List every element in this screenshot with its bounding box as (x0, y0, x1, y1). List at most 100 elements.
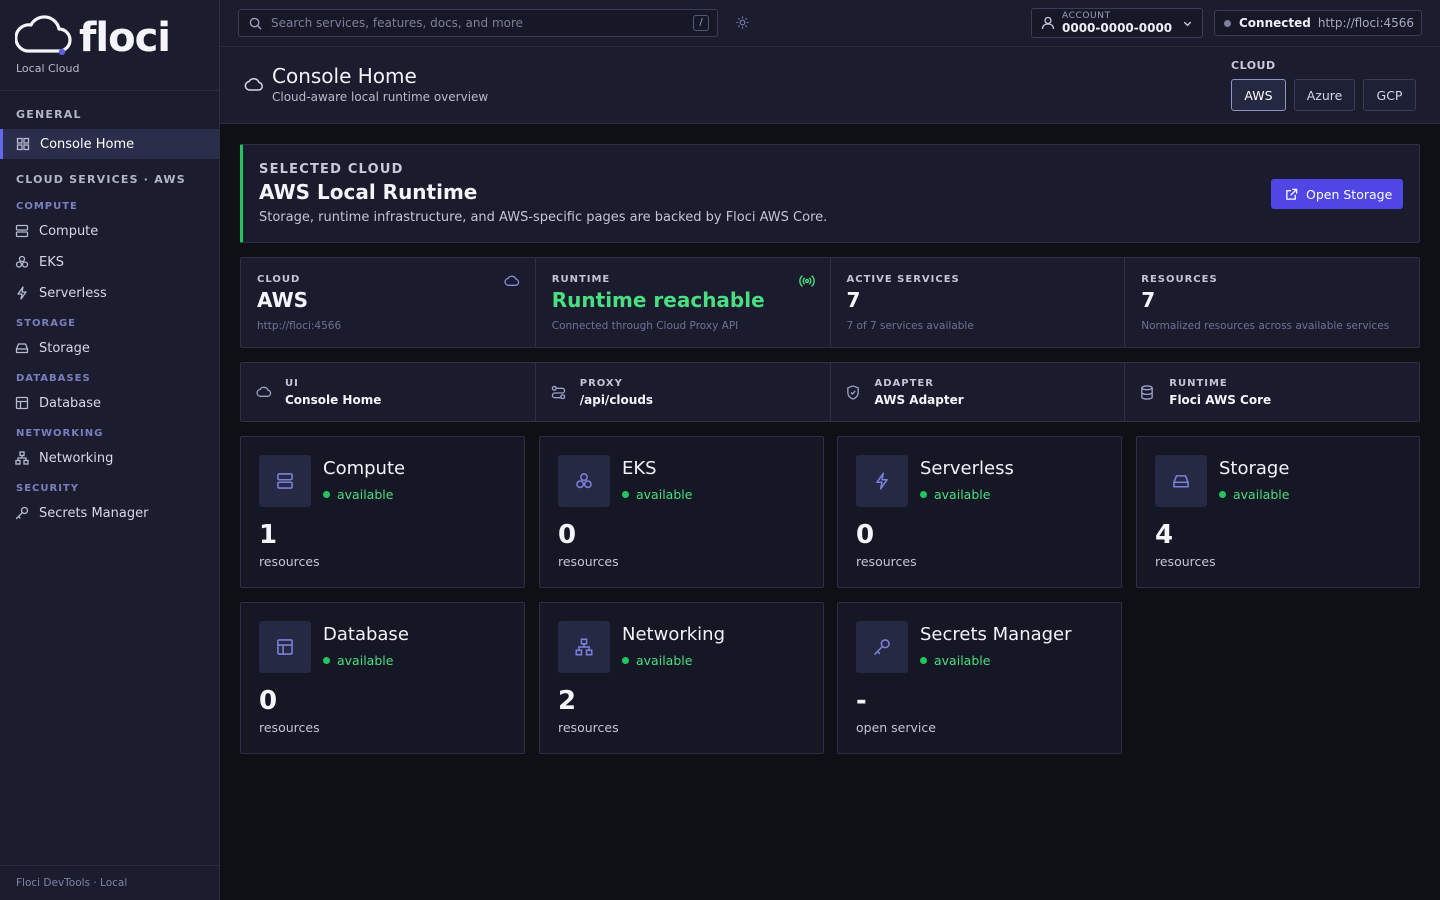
stat-value: 7 (846, 288, 861, 312)
resource-count: 1 (259, 520, 278, 550)
path-value: Floci AWS Core (1169, 393, 1272, 407)
service-tile (856, 621, 908, 673)
service-tile (558, 455, 610, 507)
cloud-icon (504, 275, 519, 286)
sidebar-item-label: EKS (39, 254, 64, 270)
service-status: available (622, 653, 692, 668)
service-tile (259, 621, 311, 673)
server-icon (15, 224, 29, 238)
table-icon (15, 396, 29, 410)
user-icon (1041, 16, 1055, 30)
sidebar-item-networking[interactable]: Networking (0, 443, 219, 473)
banner-description: Storage, runtime infrastructure, and AWS… (259, 210, 828, 225)
path-value: Console Home (285, 393, 382, 407)
connection-status: Connected http://floci:4566 (1214, 10, 1422, 36)
service-card-storage[interactable]: Storage available 4 resources (1136, 436, 1420, 588)
service-name: Serverless (920, 458, 1014, 479)
resource-unit: resources (558, 720, 619, 735)
path-key: ADAPTER (874, 378, 934, 389)
banner-eyebrow: SELECTED CLOUD (259, 162, 404, 177)
search-box[interactable]: / (238, 9, 718, 37)
service-name: EKS (622, 458, 657, 479)
lightning-icon (17, 286, 27, 300)
sidebar-item-storage[interactable]: Storage (0, 333, 219, 363)
group-title-databases: DATABASES (16, 373, 91, 384)
resource-count: 4 (1155, 520, 1174, 550)
cloud-button-azure[interactable]: Azure (1294, 79, 1355, 111)
cloud-button-aws[interactable]: AWS (1231, 79, 1286, 111)
status-dot-icon (920, 657, 927, 664)
table-icon (277, 639, 293, 655)
status-dot-icon (622, 657, 629, 664)
brand-subtitle: Local Cloud (16, 62, 80, 75)
sidebar-item-label: Storage (39, 340, 90, 356)
service-status: available (1219, 487, 1289, 502)
resource-unit: resources (259, 554, 320, 569)
stat-value: Runtime reachable (551, 288, 765, 312)
stat-key: ACTIVE SERVICES (846, 274, 960, 285)
service-tile (1155, 455, 1207, 507)
service-status-label: available (1233, 487, 1290, 502)
service-card-networking[interactable]: Networking available 2 resources (539, 602, 824, 754)
service-card-secrets-manager[interactable]: Secrets Manager available - open service (837, 602, 1122, 754)
sidebar-item-label: Compute (39, 223, 99, 239)
service-card-serverless[interactable]: Serverless available 0 resources (837, 436, 1122, 588)
selected-cloud-banner: SELECTED CLOUD AWS Local Runtime Storage… (240, 144, 1420, 243)
service-status: available (920, 487, 990, 502)
search-icon (249, 17, 262, 30)
sidebar-item-serverless[interactable]: Serverless (0, 278, 219, 308)
path-adapter: ADAPTER AWS Adapter (831, 363, 1126, 421)
search-input[interactable] (271, 16, 681, 30)
sidebar-item-console-home[interactable]: Console Home (0, 129, 219, 159)
resource-unit: resources (259, 720, 320, 735)
sun-icon[interactable] (736, 16, 749, 29)
open-storage-button[interactable]: Open Storage (1271, 179, 1403, 209)
status-dot-icon (622, 491, 629, 498)
path-key: RUNTIME (1169, 378, 1228, 389)
brand-name: floci (79, 15, 171, 61)
status-dot-icon (323, 491, 330, 498)
shield-icon (846, 385, 859, 400)
service-card-database[interactable]: Database available 0 resources (240, 602, 525, 754)
service-name: Database (323, 624, 409, 645)
network-icon (15, 451, 29, 465)
page-header: Console Home Cloud-aware local runtime o… (220, 47, 1440, 124)
request-path-row: UI Console Home PROXY /api/clouds ADAPTE… (240, 362, 1420, 422)
stat-key: CLOUD (257, 274, 301, 285)
service-status-label: available (636, 487, 693, 502)
key-icon (874, 639, 890, 655)
drive-icon (1173, 475, 1189, 488)
stat-value: AWS (257, 288, 309, 312)
sidebar-item-label: Serverless (39, 285, 107, 301)
external-link-icon (1286, 188, 1298, 200)
account-selector[interactable]: ACCOUNT 0000-0000-0000 (1031, 8, 1203, 38)
stat-value: 7 (1141, 288, 1156, 312)
sidebar: floci Local Cloud GENERAL Console Home C… (0, 0, 220, 900)
service-tile (558, 621, 610, 673)
stats-row: CLOUD AWS http://floci:4566 RUNTIME Runt… (240, 257, 1420, 348)
stat-note: Normalized resources across available se… (1141, 320, 1390, 332)
service-card-compute[interactable]: Compute available 1 resources (240, 436, 525, 588)
resource-unit: resources (558, 554, 619, 569)
sidebar-item-compute[interactable]: Compute (0, 216, 219, 246)
brand: floci Local Cloud (0, 0, 219, 91)
service-name: Storage (1219, 458, 1290, 479)
status-dot-icon (1224, 19, 1231, 27)
connection-state: Connected (1239, 16, 1311, 30)
service-card-eks[interactable]: EKS available 0 resources (539, 436, 824, 588)
sidebar-item-secrets-manager[interactable]: Secrets Manager (0, 498, 219, 528)
resource-count: 2 (558, 686, 577, 716)
cloud-button-gcp[interactable]: GCP (1363, 79, 1416, 111)
sidebar-item-eks[interactable]: EKS (0, 247, 219, 277)
stat-runtime: RUNTIME Runtime reachable Connected thro… (536, 258, 831, 347)
services-section-title: CLOUD SERVICES · AWS (16, 173, 186, 186)
path-value: AWS Adapter (874, 393, 964, 407)
cluster-icon (576, 473, 592, 489)
service-status: available (323, 653, 393, 668)
drive-icon (15, 343, 29, 354)
sidebar-item-database[interactable]: Database (0, 388, 219, 418)
lightning-icon (876, 472, 888, 490)
cluster-icon (15, 255, 29, 268)
network-icon (575, 638, 593, 656)
resource-count: 0 (558, 520, 577, 550)
